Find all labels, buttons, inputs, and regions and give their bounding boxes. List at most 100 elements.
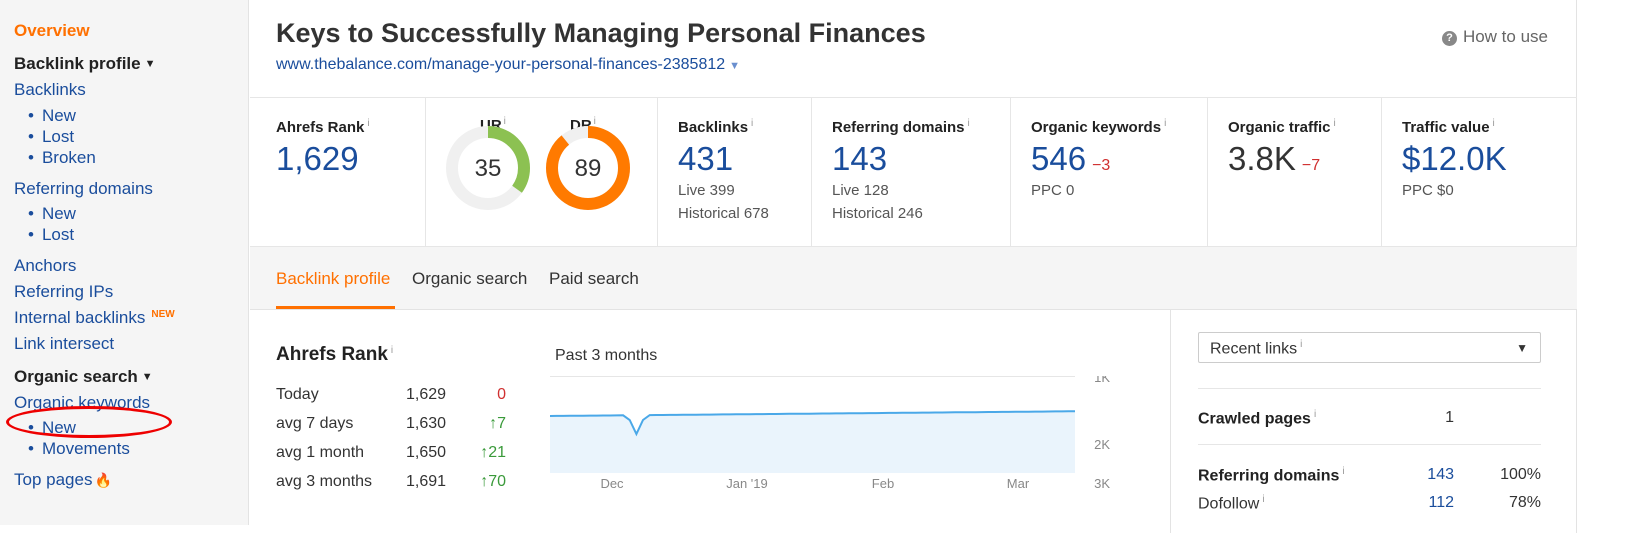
metric-value[interactable]: 143 — [832, 140, 887, 178]
sidebar-item-label: New — [41, 418, 76, 437]
page-url[interactable]: www.thebalance.com/manage-your-personal-… — [276, 56, 740, 74]
metric-delta: −7 — [1301, 157, 1321, 174]
bullet-icon: • — [28, 106, 34, 125]
sidebar-item-organic-keywords-movements[interactable]: • Movements — [28, 439, 130, 459]
sidebar-item-backlinks[interactable]: Backlinks — [14, 80, 86, 100]
chart-y-tick-label: 3K — [1094, 476, 1110, 491]
rank-row-change: ↑21 — [480, 444, 506, 461]
chart-title: Past 3 months — [555, 347, 658, 364]
metric-value: 3.8K −7 — [1228, 140, 1321, 177]
tab-paid-search[interactable]: Paid search — [549, 269, 639, 289]
sidebar-item-refdomains-new[interactable]: • New — [28, 204, 76, 224]
divider — [1198, 444, 1541, 445]
main-content: Keys to Successfully Managing Personal F… — [250, 0, 1577, 533]
recent-links-panel: Recent links i ▼ Crawled pages i 1 Referri… — [1170, 310, 1577, 533]
metric-historical: Historical 678 — [678, 205, 769, 222]
dofollow-label: Dofollow i — [1198, 494, 1265, 513]
rank-chart: 1K 2K 3K Dec Jan '19 Feb Mar — [550, 376, 1110, 491]
chevron-down-icon: ▼ — [729, 60, 741, 72]
sidebar: Overview Backlink profile ▼ Backlinks • Ne… — [0, 0, 249, 525]
metric-label: Referring domains i — [832, 118, 970, 136]
sidebar-item-overview[interactable]: Overview — [14, 21, 90, 41]
metric-ur-dr: UR i 35 DR i 89 — [426, 98, 658, 246]
sidebar-section-label: Backlink profile — [14, 54, 141, 73]
sidebar-item-label: Movements — [41, 439, 130, 458]
metric-ppc: PPC $0 — [1402, 182, 1454, 199]
sidebar-item-backlinks-lost[interactable]: • Lost — [28, 127, 74, 147]
metric-live: Live 128 — [832, 182, 889, 199]
metric-organic-keywords[interactable]: Organic keywords i 546 −3 PPC 0 — [1011, 98, 1208, 246]
sidebar-section-organic-search[interactable]: Organic search ▼ — [14, 367, 153, 387]
bullet-icon: • — [28, 439, 34, 458]
dofollow-value[interactable]: 112 — [1401, 494, 1454, 512]
chart-area-fill — [550, 411, 1075, 473]
metric-backlinks[interactable]: Backlinks i 431 Live 399 Historical 678 — [658, 98, 812, 246]
chart-y-tick-label: 1K — [1094, 376, 1110, 385]
crawled-pages-label: Crawled pages i — [1198, 409, 1317, 428]
sidebar-item-top-pages[interactable]: Top pages 🔥 — [14, 470, 112, 490]
metric-ahrefs-rank: Ahrefs Rank i 1,629 — [250, 98, 426, 246]
sidebar-section-backlink-profile[interactable]: Backlink profile ▼ — [14, 54, 156, 74]
rank-row-label: avg 3 months — [276, 473, 373, 490]
metric-live: Live 399 — [678, 182, 735, 199]
rank-row-value: 1,630 — [406, 415, 447, 432]
tab-organic-search[interactable]: Organic search — [412, 269, 527, 289]
rank-row: avg 1 month 1,650 ↑21 — [276, 444, 506, 462]
caret-down-icon: ▼ — [144, 58, 156, 70]
active-tab-indicator — [276, 306, 395, 309]
sidebar-item-refdomains-lost[interactable]: • Lost — [28, 225, 74, 245]
sidebar-item-label: Lost — [41, 225, 75, 244]
metric-label: Ahrefs Rank i — [276, 118, 370, 136]
chart-x-tick-label: Mar — [1007, 476, 1030, 491]
referring-domains-value[interactable]: 143 — [1401, 466, 1454, 484]
sidebar-item-organic-keywords-new[interactable]: • New — [28, 418, 76, 438]
rank-row: avg 7 days 1,630 ↑7 — [276, 415, 506, 433]
sidebar-item-backlinks-broken[interactable]: • Broken — [28, 148, 96, 168]
caret-down-icon: ▼ — [141, 371, 153, 383]
metric-traffic-value: Traffic value i $12.0K PPC $0 — [1382, 98, 1577, 246]
sidebar-item-link-intersect[interactable]: Link intersect — [14, 334, 114, 354]
sidebar-item-backlinks-new[interactable]: • New — [28, 106, 76, 126]
rank-row-label: avg 7 days — [276, 415, 354, 432]
ur-gauge: 35 — [446, 126, 530, 210]
tab-backlink-profile[interactable]: Backlink profile — [276, 269, 390, 289]
sidebar-item-label: New — [41, 106, 76, 125]
crawled-pages-value: 1 — [1445, 409, 1454, 426]
rank-row-label: avg 1 month — [276, 444, 365, 461]
dr-gauge: 89 — [546, 126, 630, 210]
sidebar-item-label: New — [41, 204, 76, 223]
sidebar-section-label: Organic search — [14, 367, 138, 386]
bullet-icon: • — [28, 127, 34, 146]
metric-referring-domains[interactable]: Referring domains i 143 Live 128 Historic… — [812, 98, 1011, 246]
recent-links-select[interactable]: Recent links i ▼ — [1198, 332, 1541, 363]
sidebar-item-internal-backlinks[interactable]: Internal backlinks NEW — [14, 308, 175, 328]
how-to-use-link[interactable]: ? How to use — [1441, 27, 1548, 47]
metric-value[interactable]: 546 −3 — [1031, 140, 1110, 178]
dropdown-arrow-icon: ▼ — [1516, 341, 1528, 355]
rank-row-value: 1,650 — [406, 444, 447, 461]
rank-row-change: ↑70 — [480, 473, 506, 490]
how-to-use-label: How to use — [1462, 27, 1548, 46]
referring-domains-label: Referring domains i — [1198, 466, 1345, 485]
rank-row-change: ↑7 — [489, 415, 506, 432]
page-title: Keys to Successfully Managing Personal F… — [276, 18, 926, 48]
metric-label: Organic keywords i — [1031, 118, 1167, 136]
rank-section-title: Ahrefs Rank i — [276, 344, 394, 365]
chart-y-tick-label: 2K — [1094, 437, 1110, 452]
dr-value: 89 — [575, 155, 602, 182]
divider — [1198, 388, 1541, 389]
rank-row-value: 1,629 — [406, 386, 447, 403]
sidebar-item-referring-domains[interactable]: Referring domains — [14, 179, 153, 199]
dofollow-pct: 78% — [1508, 494, 1541, 511]
tab-bar: Backlink profile Organic search Paid sea… — [250, 247, 1577, 310]
new-badge: NEW — [151, 309, 175, 320]
metric-organic-traffic: Organic traffic i 3.8K −7 — [1208, 98, 1382, 246]
metric-value[interactable]: 431 — [678, 140, 733, 178]
metric-label: Backlinks i — [678, 118, 754, 136]
bullet-icon: • — [28, 418, 34, 437]
ur-value: 35 — [475, 155, 502, 182]
sidebar-item-anchors[interactable]: Anchors — [14, 256, 76, 276]
metric-value: 1,629 — [276, 140, 359, 177]
sidebar-item-referring-ips[interactable]: Referring IPs — [14, 282, 113, 302]
sidebar-item-label: Internal backlinks — [14, 308, 146, 327]
